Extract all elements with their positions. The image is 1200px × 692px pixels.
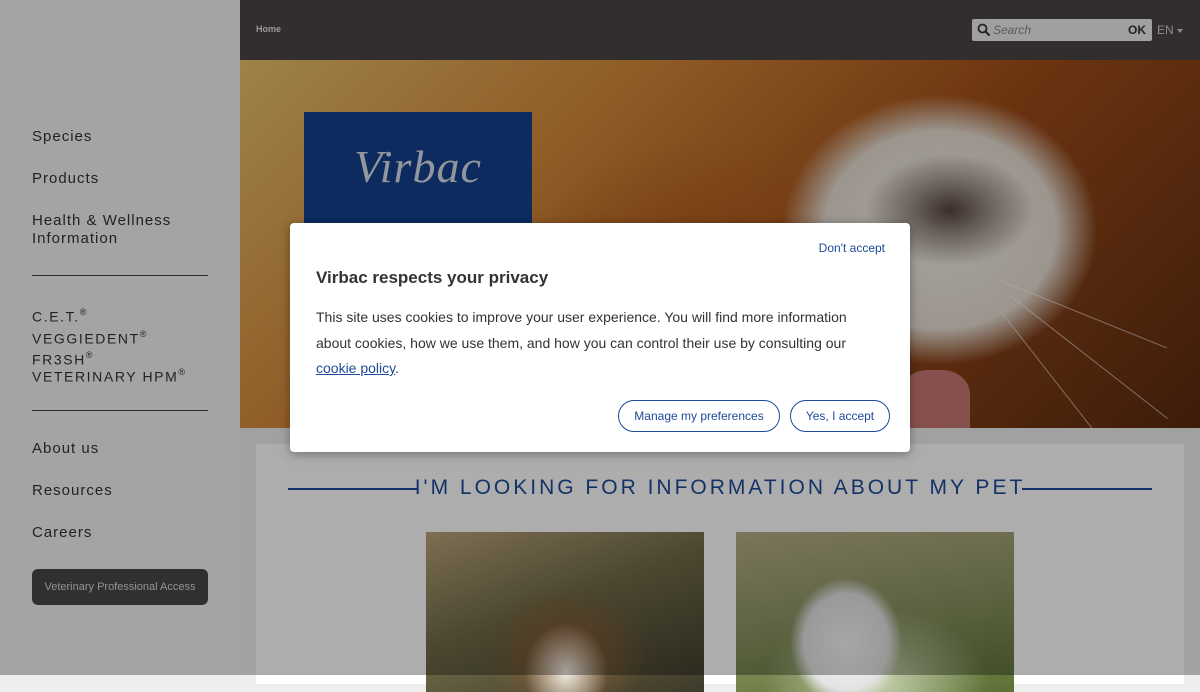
accept-cookies-button[interactable]: Yes, I accept [790, 400, 890, 432]
cookie-policy-link[interactable]: cookie policy [316, 360, 395, 376]
manage-preferences-button[interactable]: Manage my preferences [618, 400, 780, 432]
dialog-body-text: This site uses cookies to improve your u… [316, 309, 847, 351]
dialog-body-period: . [395, 360, 400, 376]
dont-accept-link[interactable]: Don't accept [819, 241, 885, 255]
cookie-consent-dialog: Don't accept Virbac respects your privac… [290, 223, 910, 452]
dialog-title: Virbac respects your privacy [316, 268, 549, 287]
dialog-body: This site uses cookies to improve your u… [316, 305, 876, 382]
